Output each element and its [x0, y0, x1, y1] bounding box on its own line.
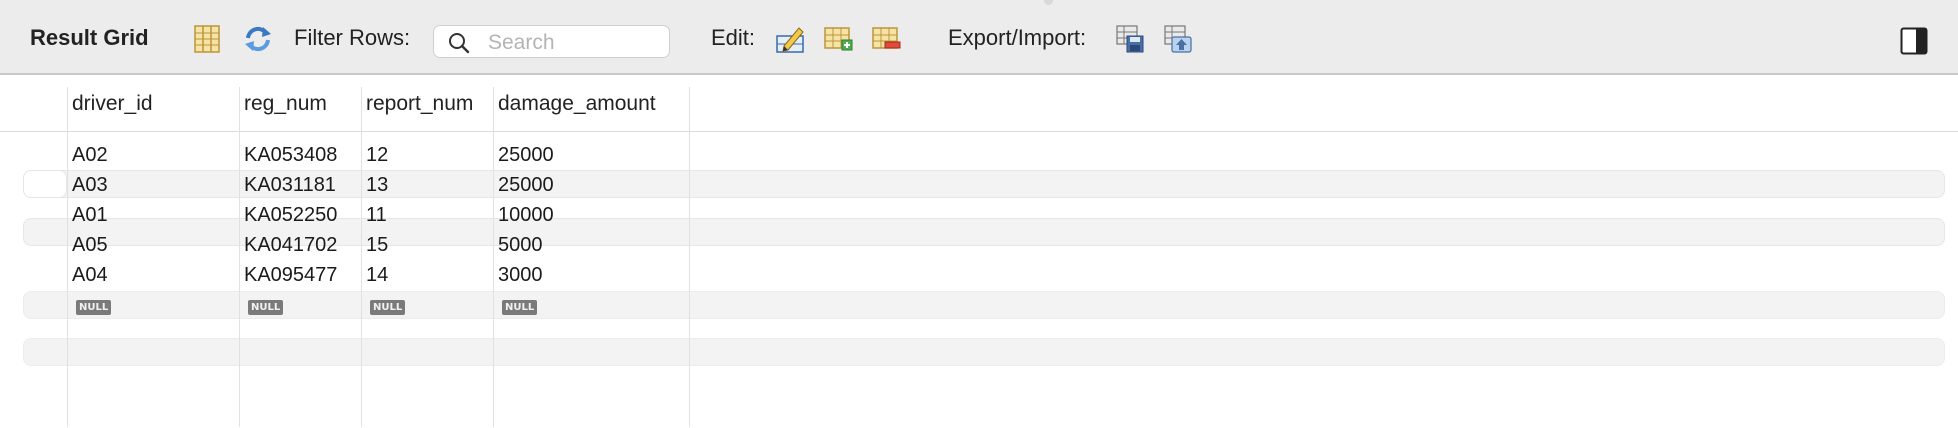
add-row-icon[interactable] [823, 24, 853, 54]
cell-damage-amount[interactable]: 10000 [493, 200, 554, 230]
edit-row-icon[interactable] [775, 24, 805, 54]
column-header-driver-id[interactable]: driver_id [67, 75, 239, 132]
cell-driver-id[interactable]: A02 [67, 140, 108, 170]
cell-driver-id[interactable]: A01 [67, 200, 108, 230]
null-badge: NULL [76, 299, 112, 315]
column-header-reg-num[interactable]: reg_num [239, 75, 361, 132]
table-row[interactable]: A04 KA095477 14 3000 [0, 260, 1958, 290]
grid-header-row: driver_id reg_num report_num damage_amou… [0, 75, 1958, 132]
column-header-damage-amount[interactable]: damage_amount [493, 75, 689, 132]
delete-row-icon[interactable] [871, 24, 901, 54]
cell-reg-num-null[interactable]: NULL [239, 290, 284, 320]
null-badge: NULL [502, 299, 538, 315]
row-stripe [23, 338, 1945, 366]
cell-damage-amount-null[interactable]: NULL [493, 290, 538, 320]
cell-damage-amount[interactable]: 5000 [493, 230, 543, 260]
result-grid-title: Result Grid [30, 24, 149, 50]
search-icon [449, 33, 470, 54]
refresh-icon[interactable] [243, 24, 273, 54]
edit-label: Edit: [711, 24, 756, 50]
new-row[interactable]: NULL NULL NULL NULL [0, 290, 1958, 320]
cell-damage-amount[interactable]: 25000 [493, 170, 554, 200]
result-grid: driver_id reg_num report_num damage_amou… [0, 75, 1958, 428]
cell-reg-num[interactable]: KA052250 [239, 200, 337, 230]
null-badge: NULL [248, 299, 284, 315]
cell-report-num[interactable]: 15 [361, 230, 388, 260]
filter-search-box[interactable] [433, 25, 670, 58]
cell-report-num[interactable]: 12 [361, 140, 388, 170]
cell-driver-id-null[interactable]: NULL [67, 290, 112, 320]
column-layout-icon[interactable] [192, 24, 222, 54]
side-panel-icon[interactable] [1900, 27, 1928, 55]
cell-report-num[interactable]: 14 [361, 260, 388, 290]
cell-report-num[interactable]: 13 [361, 170, 388, 200]
cell-damage-amount[interactable]: 3000 [493, 260, 543, 290]
table-row[interactable]: A03 KA031181 13 25000 [0, 170, 1958, 200]
cell-driver-id[interactable]: A03 [67, 170, 108, 200]
cell-driver-id[interactable]: A05 [67, 230, 108, 260]
table-row[interactable]: A02 KA053408 12 25000 [0, 140, 1958, 170]
import-icon[interactable] [1163, 24, 1193, 54]
null-badge: NULL [370, 299, 406, 315]
table-row[interactable]: A05 KA041702 15 5000 [0, 230, 1958, 260]
cell-damage-amount[interactable]: 25000 [493, 140, 554, 170]
table-row[interactable]: A01 KA052250 11 10000 [0, 200, 1958, 230]
result-grid-toolbar: Result Grid Filter Rows: Edit: [0, 0, 1958, 75]
cell-reg-num[interactable]: KA041702 [239, 230, 337, 260]
cell-report-num[interactable]: 11 [361, 200, 387, 230]
cell-report-num-null[interactable]: NULL [361, 290, 406, 320]
cell-reg-num[interactable]: KA095477 [239, 260, 337, 290]
export-icon[interactable] [1115, 24, 1145, 54]
cell-reg-num[interactable]: KA031181 [239, 170, 336, 200]
search-input[interactable] [486, 29, 665, 56]
cell-reg-num[interactable]: KA053408 [239, 140, 337, 170]
export-import-label: Export/Import: [948, 24, 1087, 50]
cell-driver-id[interactable]: A04 [67, 260, 108, 290]
column-header-report-num[interactable]: report_num [361, 75, 493, 132]
filter-rows-label: Filter Rows: [294, 24, 411, 50]
